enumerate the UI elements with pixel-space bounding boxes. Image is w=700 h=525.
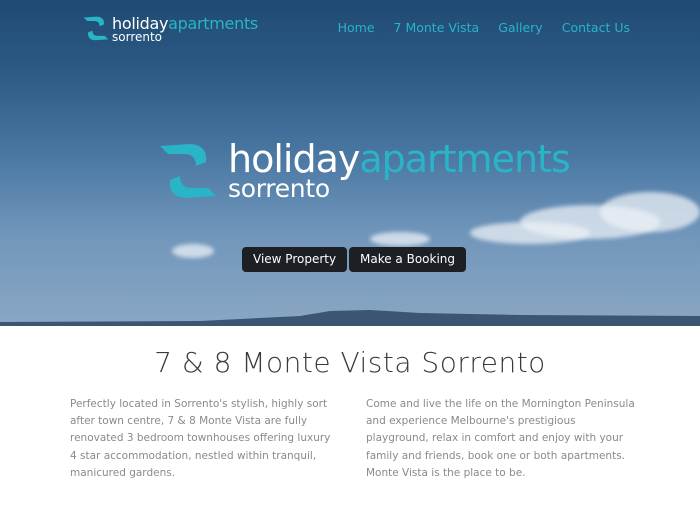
site-logo[interactable]: holidayapartments sorrento <box>82 14 258 44</box>
mountain-silhouette <box>0 310 700 326</box>
hero-logo: holidayapartments sorrento <box>156 138 571 204</box>
cloud <box>470 222 590 244</box>
logo-word-apartments: apartments <box>168 14 258 33</box>
intro-paragraph-left: Perfectly located in Sorrento's stylish,… <box>70 398 331 479</box>
cloud <box>370 232 430 246</box>
hero-logo-word-apartments: apartments <box>359 137 570 181</box>
ribbon-s-logo-icon <box>83 16 109 41</box>
intro-paragraph-right: Come and live the life on the Mornington… <box>366 398 635 479</box>
hero-logo-word-sorrento: sorrento <box>228 174 330 203</box>
top-navigation-bar: holidayapartments sorrento Home 7 Monte … <box>0 0 700 56</box>
ribbon-s-logo-icon <box>160 144 216 198</box>
cloud <box>172 244 214 258</box>
nav-item-home[interactable]: Home <box>338 20 375 35</box>
main-nav: Home 7 Monte Vista Gallery Contact Us <box>338 20 630 35</box>
view-property-button[interactable]: View Property <box>242 247 348 272</box>
nav-item-contact-us[interactable]: Contact Us <box>562 20 630 35</box>
make-a-booking-button[interactable]: Make a Booking <box>349 247 467 272</box>
page-title: 7 & 8 Monte Vista Sorrento <box>154 346 546 379</box>
logo-word-sorrento: sorrento <box>112 30 163 44</box>
nav-item-gallery[interactable]: Gallery <box>498 20 543 35</box>
cloud <box>600 192 700 232</box>
nav-item-7-monte-vista[interactable]: 7 Monte Vista <box>394 20 480 35</box>
